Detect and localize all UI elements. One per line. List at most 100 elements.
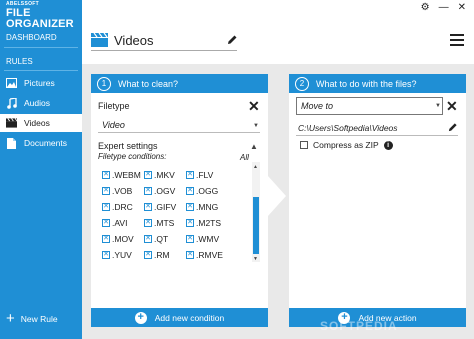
checked-box-icon[interactable]: ✕ bbox=[102, 251, 110, 259]
checked-box-icon[interactable]: ✕ bbox=[144, 251, 152, 259]
new-rule-label: New Rule bbox=[20, 313, 58, 324]
checked-box-icon[interactable]: ✕ bbox=[186, 251, 194, 259]
path-underline bbox=[296, 135, 458, 136]
collapse-arrow-icon[interactable]: ▲ bbox=[250, 142, 258, 151]
extension-checkbox[interactable]: ✕ .WMV bbox=[186, 234, 228, 244]
extension-checkbox[interactable]: ✕ .VOB bbox=[102, 186, 144, 196]
extension-label: .M2TS bbox=[196, 218, 222, 228]
all-toggle[interactable]: All bbox=[240, 153, 249, 162]
action-select[interactable]: Move to ▼ bbox=[296, 97, 443, 115]
filetype-select[interactable]: Video bbox=[102, 120, 125, 130]
rules-heading: RULES bbox=[6, 57, 33, 66]
sidebar-item-pictures[interactable]: Pictures bbox=[0, 74, 82, 92]
extension-row: ✕ .MOV ✕ .QT ✕ .WMV bbox=[102, 231, 252, 247]
conditions-scrollbar[interactable]: ▲ ▼ bbox=[252, 162, 260, 262]
gear-icon[interactable]: ⚙ bbox=[421, 2, 430, 13]
extension-checkbox[interactable]: ✕ .MTS bbox=[144, 218, 186, 228]
plus-icon: + bbox=[6, 310, 15, 327]
checked-box-icon[interactable]: ✕ bbox=[102, 203, 110, 211]
sidebar-divider bbox=[4, 70, 78, 71]
rule-title-field[interactable]: Videos bbox=[91, 31, 237, 51]
extension-checkbox[interactable]: ✕ .OGG bbox=[186, 186, 228, 196]
sidebar-divider bbox=[4, 47, 78, 48]
checked-box-icon[interactable]: ✕ bbox=[186, 219, 194, 227]
new-rule-button[interactable]: + New Rule bbox=[6, 311, 58, 326]
edit-title-pencil-icon[interactable] bbox=[227, 34, 238, 47]
window-controls: ⚙ — ✕ bbox=[421, 2, 466, 13]
scroll-up-arrow-icon[interactable]: ▲ bbox=[253, 164, 258, 170]
minimize-icon[interactable]: — bbox=[439, 2, 449, 13]
checked-box-icon[interactable]: ✕ bbox=[186, 235, 194, 243]
extension-row: ✕ .AVI ✕ .MTS ✕ .M2TS bbox=[102, 215, 252, 231]
checked-box-icon[interactable]: ✕ bbox=[144, 235, 152, 243]
document-icon bbox=[6, 137, 17, 149]
extension-label: .GIFV bbox=[154, 202, 177, 212]
checked-box-icon[interactable]: ✕ bbox=[144, 171, 152, 179]
extension-checkbox[interactable]: ✕ .WEBM bbox=[102, 170, 144, 180]
remove-condition-close-icon[interactable]: ✕ bbox=[248, 99, 260, 113]
extension-checkbox[interactable]: ✕ .QT bbox=[144, 234, 186, 244]
hamburger-menu-icon[interactable] bbox=[450, 34, 464, 49]
extension-checkbox[interactable]: ✕ .YUV bbox=[102, 250, 144, 260]
destination-path[interactable]: C:\Users\Softpedia\Videos bbox=[298, 123, 398, 133]
sidebar-item-audios[interactable]: Audios bbox=[0, 94, 82, 112]
extension-checkbox[interactable]: ✕ .RMVE bbox=[186, 250, 228, 260]
checked-box-icon[interactable]: ✕ bbox=[102, 187, 110, 195]
sidebar-item-documents[interactable]: Documents bbox=[0, 134, 82, 152]
extension-checkbox[interactable]: ✕ .MOV bbox=[102, 234, 144, 244]
sidebar-item-label: Videos bbox=[24, 118, 50, 128]
add-condition-button[interactable]: + Add new condition bbox=[91, 308, 268, 327]
extension-label: .MKV bbox=[154, 170, 175, 180]
extension-checkbox[interactable]: ✕ .AVI bbox=[102, 218, 144, 228]
extension-checkbox[interactable]: ✕ .DRC bbox=[102, 202, 144, 212]
close-icon[interactable]: ✕ bbox=[458, 2, 466, 13]
dropdown-arrow-icon[interactable]: ▼ bbox=[253, 123, 259, 129]
extension-checkbox[interactable]: ✕ .MKV bbox=[144, 170, 186, 180]
checked-box-icon[interactable]: ✕ bbox=[144, 203, 152, 211]
compress-zip-checkbox[interactable]: Compress as ZIP i bbox=[300, 140, 393, 150]
extension-label: .WEBM bbox=[112, 170, 141, 180]
extension-row: ✕ .YUV ✕ .RM ✕ .RMVE bbox=[102, 247, 252, 263]
step-number: 1 bbox=[97, 76, 111, 91]
checked-box-icon[interactable]: ✕ bbox=[186, 203, 194, 211]
extension-label: .FLV bbox=[196, 170, 214, 180]
dropdown-arrow-icon[interactable]: ▼ bbox=[435, 103, 441, 109]
action-select-value: Move to bbox=[301, 101, 334, 111]
extension-checkbox[interactable]: ✕ .GIFV bbox=[144, 202, 186, 212]
sidebar-item-label: Audios bbox=[24, 98, 50, 108]
checkbox-box[interactable] bbox=[300, 141, 308, 149]
plus-circle-icon: + bbox=[134, 311, 147, 324]
extension-label: .VOB bbox=[112, 186, 133, 196]
info-icon[interactable]: i bbox=[383, 140, 393, 150]
extension-checkbox[interactable]: ✕ .FLV bbox=[186, 170, 228, 180]
scroll-thumb[interactable] bbox=[253, 197, 259, 254]
select-underline bbox=[98, 132, 260, 133]
sidebar-item-label: Pictures bbox=[24, 78, 55, 88]
checked-box-icon[interactable]: ✕ bbox=[186, 171, 194, 179]
edit-path-pencil-icon[interactable] bbox=[448, 122, 458, 134]
extension-label: .QT bbox=[154, 234, 169, 244]
filetype-label: Filetype bbox=[98, 101, 130, 111]
extension-checkbox[interactable]: ✕ .M2TS bbox=[186, 218, 228, 228]
extension-label: .MNG bbox=[196, 202, 219, 212]
checked-box-icon[interactable]: ✕ bbox=[186, 187, 194, 195]
remove-action-close-icon[interactable]: ✕ bbox=[446, 99, 458, 113]
extension-label: .RMVE bbox=[196, 250, 223, 260]
app-logo: ABELSSOFT FILE ORGANIZER bbox=[6, 2, 82, 30]
clapperboard-icon bbox=[91, 32, 108, 49]
checked-box-icon[interactable]: ✕ bbox=[144, 187, 152, 195]
checked-box-icon[interactable]: ✕ bbox=[144, 219, 152, 227]
extension-label: .WMV bbox=[196, 234, 220, 244]
panel-header: 1 What to clean? bbox=[91, 74, 268, 93]
scroll-down-arrow-icon[interactable]: ▼ bbox=[253, 256, 258, 262]
checked-box-icon[interactable]: ✕ bbox=[102, 219, 110, 227]
checked-box-icon[interactable]: ✕ bbox=[102, 171, 110, 179]
extension-checkbox[interactable]: ✕ .MNG bbox=[186, 202, 228, 212]
logo-title: FILE ORGANIZER bbox=[6, 7, 74, 30]
extension-checkbox[interactable]: ✕ .OGV bbox=[144, 186, 186, 196]
extension-checkbox[interactable]: ✕ .RM bbox=[144, 250, 186, 260]
sidebar-item-videos[interactable]: Videos bbox=[0, 114, 82, 132]
dashboard-link[interactable]: DASHBOARD bbox=[6, 33, 57, 42]
checked-box-icon[interactable]: ✕ bbox=[102, 235, 110, 243]
panel-title: What to do with the files? bbox=[316, 78, 417, 89]
